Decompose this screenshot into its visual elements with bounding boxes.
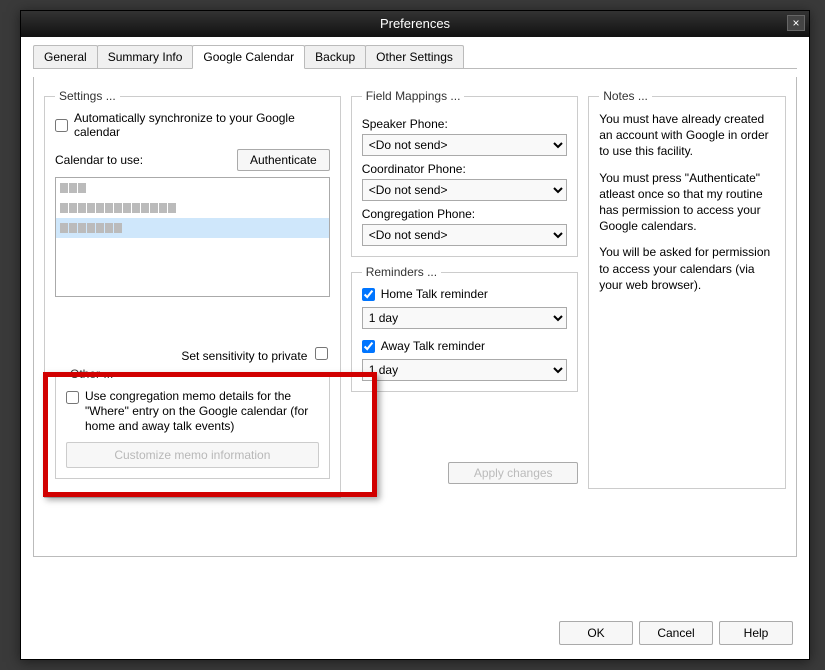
home-reminder-label: Home Talk reminder [381,287,567,301]
tab-google-calendar[interactable]: Google Calendar [192,45,305,69]
tab-general[interactable]: General [33,45,98,68]
settings-group: Settings ... Automatically synchronize t… [44,89,341,498]
memo-label: Use congregation memo details for the "W… [85,389,315,434]
notes-p3: You will be asked for permission to acce… [599,244,775,293]
settings-legend: Settings ... [55,89,120,103]
apply-changes-button[interactable]: Apply changes [448,462,578,484]
calendar-list[interactable] [55,177,330,297]
tab-backup[interactable]: Backup [304,45,366,68]
coordinator-phone-label: Coordinator Phone: [362,162,567,176]
close-icon[interactable]: × [787,15,805,31]
notes-p2: You must press "Authenticate" atleast on… [599,170,775,235]
calendar-item [56,198,329,218]
notes-p1: You must have already created an account… [599,111,775,160]
reminders-group: Reminders ... Home Talk reminder 1 day A… [351,265,578,392]
other-legend: Other ... [66,367,117,381]
tab-summary-info[interactable]: Summary Info [97,45,194,68]
tabs: General Summary Info Google Calendar Bac… [33,45,797,69]
home-reminder-select[interactable]: 1 day [362,307,567,329]
titlebar: Preferences × [21,11,809,37]
dialog-footer: OK Cancel Help [559,621,793,645]
help-button[interactable]: Help [719,621,793,645]
customize-memo-button[interactable]: Customize memo information [66,442,319,468]
coordinator-phone-select[interactable]: <Do not send> [362,179,567,201]
ok-button[interactable]: OK [559,621,633,645]
authenticate-button[interactable]: Authenticate [237,149,330,171]
home-reminder-checkbox[interactable] [362,288,375,301]
speaker-phone-label: Speaker Phone: [362,117,567,131]
autosync-checkbox[interactable] [55,119,68,132]
notes-legend: Notes ... [599,89,652,103]
cancel-button[interactable]: Cancel [639,621,713,645]
privacy-checkbox[interactable] [315,347,328,360]
privacy-label: Set sensitivity to private [181,349,307,363]
other-group: Other ... Use congregation memo details … [55,367,330,479]
calendar-item [56,178,329,198]
speaker-phone-select[interactable]: <Do not send> [362,134,567,156]
autosync-label: Automatically synchronize to your Google… [74,111,330,139]
away-reminder-label: Away Talk reminder [381,339,567,353]
away-reminder-select[interactable]: 1 day [362,359,567,381]
away-reminder-checkbox[interactable] [362,340,375,353]
notes-group: Notes ... You must have already created … [588,89,786,489]
memo-checkbox[interactable] [66,391,79,404]
tab-other-settings[interactable]: Other Settings [365,45,464,68]
reminders-legend: Reminders ... [362,265,441,279]
calendar-item-selected [56,218,329,238]
field-mappings-group: Field Mappings ... Speaker Phone: <Do no… [351,89,578,257]
field-mappings-legend: Field Mappings ... [362,89,465,103]
congregation-phone-label: Congregation Phone: [362,207,567,221]
calendar-label: Calendar to use: [55,153,231,167]
preferences-window: Preferences × General Summary Info Googl… [20,10,810,660]
congregation-phone-select[interactable]: <Do not send> [362,224,567,246]
window-title: Preferences [380,16,450,31]
